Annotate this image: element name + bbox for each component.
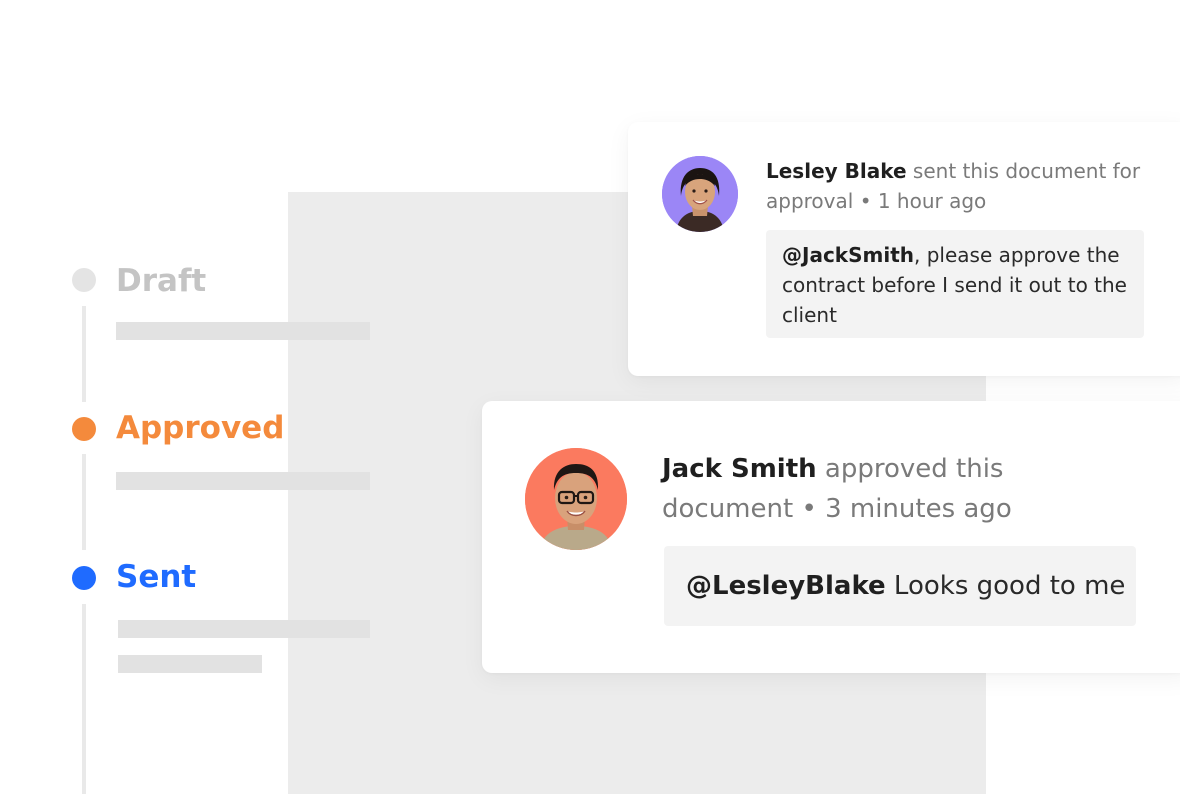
- comment-card: Lesley Blake sent this document for appr…: [628, 122, 1180, 376]
- placeholder-text-line: [116, 472, 370, 490]
- placeholder-text-line: [116, 322, 370, 340]
- message-text: Looks good to me: [885, 571, 1126, 601]
- timeline-dot-draft: [72, 268, 96, 292]
- timeline-connector: [82, 454, 86, 550]
- comment-header: Jack Smith approved this document • 3 mi…: [662, 449, 1042, 529]
- timeline-dot-sent: [72, 566, 96, 590]
- timeline-label-draft: Draft: [116, 263, 207, 299]
- comment-time: 3 minutes ago: [825, 494, 1012, 524]
- placeholder-text-line: [118, 620, 370, 638]
- separator-dot: •: [801, 494, 817, 524]
- author-name: Jack Smith: [662, 454, 817, 484]
- user-mention[interactable]: @LesleyBlake: [686, 571, 886, 601]
- author-name: Lesley Blake: [766, 159, 907, 183]
- placeholder-text-line: [118, 655, 262, 673]
- user-mention[interactable]: @JackSmith: [782, 243, 914, 267]
- timeline-connector: [82, 604, 86, 794]
- comment-card: Jack Smith approved this document • 3 mi…: [482, 401, 1180, 673]
- separator-dot: •: [859, 189, 872, 213]
- comment-header: Lesley Blake sent this document for appr…: [766, 156, 1146, 216]
- timeline-label-sent: Sent: [116, 559, 197, 595]
- timeline-dot-approved: [72, 417, 96, 441]
- timeline-connector: [82, 306, 86, 402]
- comment-message: @LesleyBlake Looks good to me: [664, 546, 1136, 626]
- man-with-glasses-portrait-avatar-icon: [525, 448, 627, 550]
- comment-message: @JackSmith, please approve the contract …: [766, 230, 1144, 338]
- comment-time: 1 hour ago: [877, 189, 987, 213]
- woman-portrait-avatar-icon: [662, 156, 738, 232]
- timeline-label-approved: Approved: [116, 410, 285, 446]
